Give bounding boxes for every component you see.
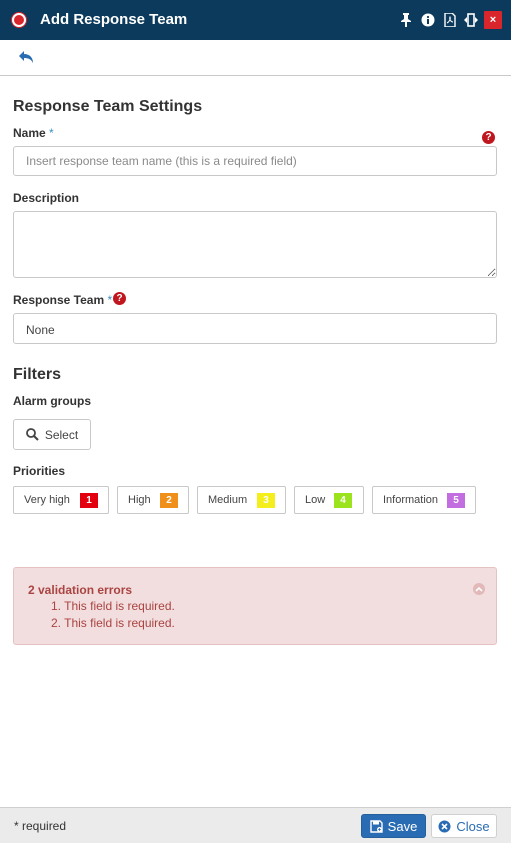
close-button[interactable]: Close: [431, 814, 497, 838]
record-dot-icon: [12, 13, 26, 27]
priority-badge: 4: [334, 493, 352, 508]
pdf-icon[interactable]: [442, 11, 458, 29]
alarm-groups-label: Alarm groups: [13, 394, 92, 408]
name-label-text: Name: [13, 126, 46, 140]
info-icon[interactable]: [420, 11, 436, 29]
description-textarea[interactable]: [13, 211, 497, 278]
validation-error-item: 1. This field is required.: [51, 599, 175, 613]
response-team-select[interactable]: None: [13, 313, 497, 344]
priority-medium[interactable]: Medium 3: [197, 486, 286, 514]
priority-label: Low: [305, 494, 326, 506]
priority-information[interactable]: Information 5: [372, 486, 476, 514]
name-label: Name *: [13, 126, 54, 140]
validation-errors-title: 2 validation errors: [28, 583, 133, 597]
required-star: *: [107, 293, 113, 307]
priority-very-high[interactable]: Very high 1: [13, 486, 109, 514]
pin-icon[interactable]: [398, 11, 414, 29]
select-button-label: Select: [44, 427, 79, 442]
close-circle-icon: [438, 820, 451, 832]
response-team-label-text: Response Team: [13, 293, 105, 307]
priorities-label: Priorities: [13, 464, 66, 478]
priority-badge: 3: [257, 493, 275, 508]
priority-high[interactable]: High 2: [117, 486, 189, 514]
response-team-help-icon[interactable]: ?: [113, 292, 126, 305]
alarm-groups-select-button[interactable]: Select: [13, 419, 91, 450]
description-label: Description: [13, 191, 80, 205]
resize-icon[interactable]: [463, 11, 479, 29]
priority-label: Information: [383, 494, 439, 506]
search-icon: [25, 428, 39, 441]
close-icon[interactable]: ×: [484, 11, 502, 29]
settings-heading: Response Team Settings: [13, 98, 203, 115]
reply-arrow-icon[interactable]: [18, 50, 36, 66]
save-button[interactable]: Save: [361, 814, 426, 838]
window-title: Add Response Team: [40, 11, 188, 28]
window-titlebar: Add Response Team ×: [0, 0, 511, 40]
save-button-label: Save: [387, 818, 418, 834]
close-button-label: Close: [456, 818, 490, 834]
toolbar: [0, 40, 511, 76]
save-icon: [369, 819, 383, 833]
validation-error-item: 2. This field is required.: [51, 616, 175, 630]
priority-badge: 5: [447, 493, 465, 508]
priority-label: High: [128, 494, 151, 506]
priority-badge: 1: [80, 493, 98, 508]
required-note: * required: [14, 819, 67, 833]
priority-label: Very high: [24, 494, 70, 506]
filters-heading: Filters: [13, 366, 62, 383]
dialog-footer: * required Save Close: [0, 807, 511, 843]
collapse-icon[interactable]: [473, 583, 485, 595]
name-help-icon[interactable]: ?: [482, 131, 495, 144]
name-input[interactable]: [13, 146, 497, 176]
priority-low[interactable]: Low 4: [294, 486, 364, 514]
required-star: *: [49, 126, 54, 140]
priority-label: Medium: [208, 494, 248, 506]
priority-badge: 2: [160, 493, 178, 508]
validation-errors-alert: 2 validation errors 1. This field is req…: [13, 567, 497, 645]
response-team-label: Response Team *: [13, 293, 112, 307]
